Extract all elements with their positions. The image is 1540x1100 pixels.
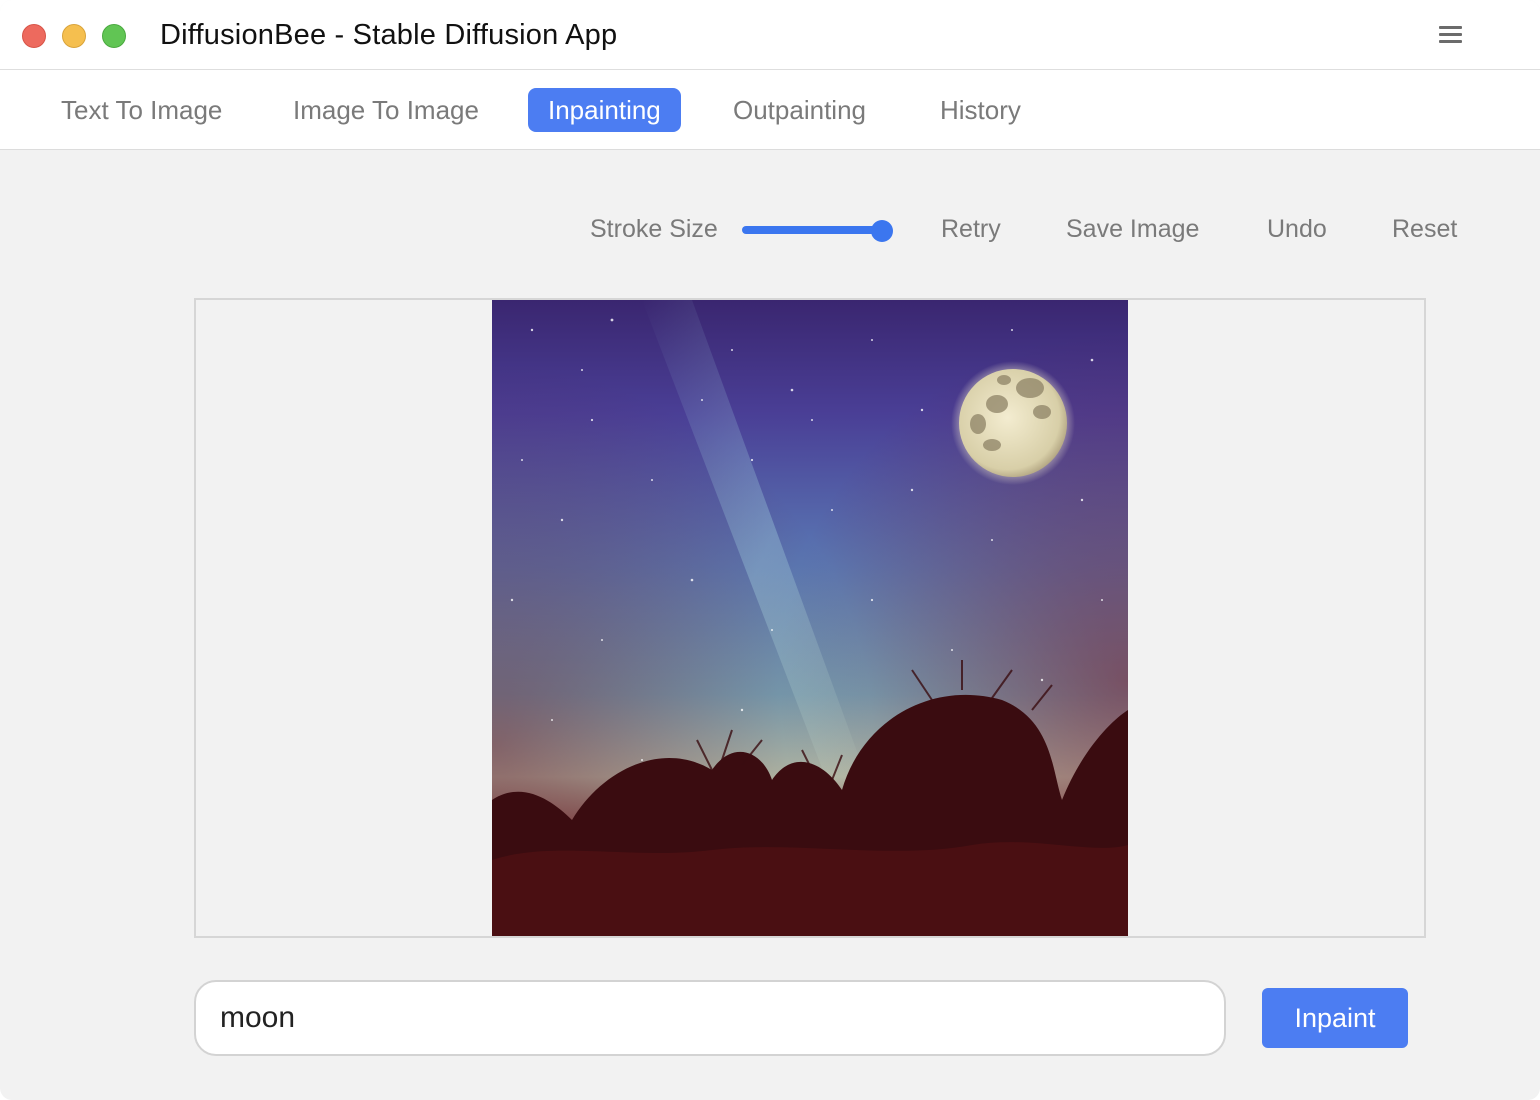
retry-button[interactable]: Retry: [941, 212, 1001, 246]
stroke-size-slider-fill: [742, 226, 883, 234]
tab-outpainting[interactable]: Outpainting: [713, 88, 886, 132]
undo-button[interactable]: Undo: [1267, 212, 1327, 246]
inpaint-image-canvas[interactable]: [492, 300, 1128, 936]
stroke-size-slider[interactable]: [742, 220, 900, 242]
app-window: DiffusionBee - Stable Diffusion App Text…: [0, 0, 1540, 1100]
tab-text-to-image[interactable]: Text To Image: [41, 88, 242, 132]
inpaint-button[interactable]: Inpaint: [1262, 988, 1408, 1048]
stroke-size-slider-handle[interactable]: [871, 220, 894, 242]
window-title: DiffusionBee - Stable Diffusion App: [160, 19, 618, 51]
minimize-window-button[interactable]: [62, 24, 86, 48]
menu-bar-line: [1439, 40, 1462, 43]
tab-image-to-image[interactable]: Image To Image: [273, 88, 499, 132]
tab-bar: Text To Image Image To Image Inpainting …: [0, 70, 1540, 150]
night-sky-image: [492, 300, 1128, 936]
prompt-input[interactable]: [194, 980, 1226, 1056]
reset-button[interactable]: Reset: [1392, 212, 1457, 246]
maximize-window-button[interactable]: [102, 24, 126, 48]
title-bar: DiffusionBee - Stable Diffusion App: [0, 0, 1540, 70]
stroke-size-label: Stroke Size: [590, 215, 718, 243]
close-window-button[interactable]: [22, 24, 46, 48]
inpaint-canvas-frame: [194, 298, 1426, 938]
menu-bar-line: [1439, 26, 1462, 29]
save-image-button[interactable]: Save Image: [1066, 212, 1199, 246]
menu-bar-line: [1439, 33, 1462, 36]
tab-inpainting[interactable]: Inpainting: [528, 88, 681, 132]
hamburger-menu-icon[interactable]: [1438, 24, 1464, 46]
tab-history[interactable]: History: [920, 88, 1041, 132]
